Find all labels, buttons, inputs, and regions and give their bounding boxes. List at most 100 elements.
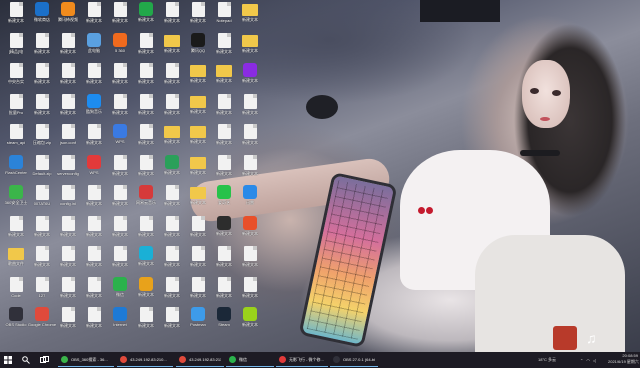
file-icon [9,215,23,231]
file-icon [243,93,257,109]
file-icon [9,276,23,292]
wallpaper-eye [530,88,539,94]
file-icon [35,63,49,78]
wallpaper-choker [520,150,560,156]
file-icon [217,2,231,17]
file-icon [243,246,257,261]
tray-icons[interactable]: ⌃ ◠ ◁ [580,352,610,368]
file-icon [87,185,101,200]
wallpaper-eye [552,90,561,96]
taskbar-button[interactable]: 43.249.192.83:210... [117,353,173,367]
task-view-button[interactable] [40,352,52,368]
file-icon [35,215,49,231]
file-icon [191,2,205,17]
file-icon [35,246,49,261]
desktop-icon[interactable]: 新建文本 [235,33,265,63]
desktop-icon-label: 新建文本 [242,78,258,83]
file-icon [9,32,23,48]
taskbar-button-label: 43.249.192.83:210... [130,357,167,362]
clock[interactable]: 20:08:59 2021/6/19 星期六 [608,353,639,365]
file-icon [217,32,231,48]
app-icon [113,307,127,321]
taskbar-button-label: 无影飞行 - 微个修... [289,356,324,362]
desktop-icon[interactable]: 新建文本 [235,124,265,154]
app-icon [87,154,101,169]
network-icon[interactable]: ◠ [586,358,590,363]
desktop-icon[interactable]: 迅雷 [235,185,265,215]
app-icon [243,63,257,77]
taskbar-button[interactable]: OBS 27.0.1 (64-bi... [330,353,378,367]
file-icon [61,246,75,261]
app-icon [191,307,205,321]
app-icon [217,185,231,199]
file-icon [139,154,153,170]
desktop-icon[interactable]: 新建文本 [235,276,265,307]
file-icon [139,93,153,109]
taskbar-button[interactable]: 43.249.192.83:211... [176,353,224,367]
folder-icon [164,126,180,138]
file-icon [113,63,127,78]
taskbar: OBS_360搜索 - 36... 43.249.192.83:210... 43.… [0,352,640,368]
widget-card[interactable] [553,326,577,350]
desktop-icon-label: 新建文本 [242,170,258,176]
app-icon [87,93,101,108]
file-icon [243,124,257,139]
desktop-icon[interactable]: 新建文本 [235,2,265,32]
music-note-icon[interactable]: ♫ [586,330,597,346]
file-icon [139,32,153,48]
app-icon [113,124,127,138]
weather-widget[interactable]: 18°C 多云 [538,352,578,368]
desktop-icon[interactable]: 新建文本 [235,215,265,246]
desktop-icon[interactable]: 新建文本 [235,154,265,185]
app-icon [139,276,153,291]
wallpaper-cherry [418,200,434,214]
app-icon [139,2,153,16]
file-icon [165,2,179,17]
clock-date: 2021/6/19 星期六 [608,359,639,364]
file-icon [113,2,127,17]
search-icon [22,356,30,364]
file-icon [139,307,153,322]
tray-arrow-icon[interactable]: ⌃ [580,358,583,363]
start-button[interactable] [4,352,16,368]
file-icon [165,307,179,322]
wallpaper-lips [540,117,550,121]
desktop-icon[interactable]: 新建文本 [235,246,265,276]
wallpaper-sweater [475,235,625,352]
wallpaper-monitor-frame [420,0,500,22]
desktop-icon[interactable]: 新建文本 [235,307,265,337]
file-icon [61,185,75,200]
app-icon [139,185,153,199]
file-icon [9,124,23,139]
file-icon [61,215,75,231]
app-icon [279,356,286,363]
desktop-icon-label: 新建文本 [242,47,258,53]
app-icon [61,2,75,16]
taskbar-button[interactable]: 无影飞行 - 微个修... [276,353,328,367]
desktop-icon-label: 新建文本 [242,109,258,115]
app-icon [9,307,23,321]
desktop-icon-label: 新建文本 [242,292,258,298]
search-button[interactable] [22,352,34,368]
file-icon [9,63,23,78]
app-icon [217,307,231,321]
file-icon [35,93,49,109]
file-icon [191,215,205,231]
desktop-icon[interactable]: 新建文本 [235,63,265,93]
file-icon [217,246,231,261]
file-icon [113,246,127,261]
app-icon [333,356,340,363]
folder-icon [216,65,232,77]
file-icon [191,246,205,261]
taskbar-button[interactable]: 微信 [226,353,274,367]
wallpaper-mouse [306,95,338,119]
folder-icon [242,4,258,16]
file-icon [87,276,101,292]
desktop-icon[interactable]: 新建文本 [235,93,265,124]
file-icon [87,246,101,261]
app-icon [179,356,186,363]
file-icon [113,185,127,200]
taskbar-button[interactable]: OBS_360搜索 - 36... [58,353,114,367]
volume-icon[interactable]: ◁ [593,358,596,363]
app-icon [217,215,231,230]
